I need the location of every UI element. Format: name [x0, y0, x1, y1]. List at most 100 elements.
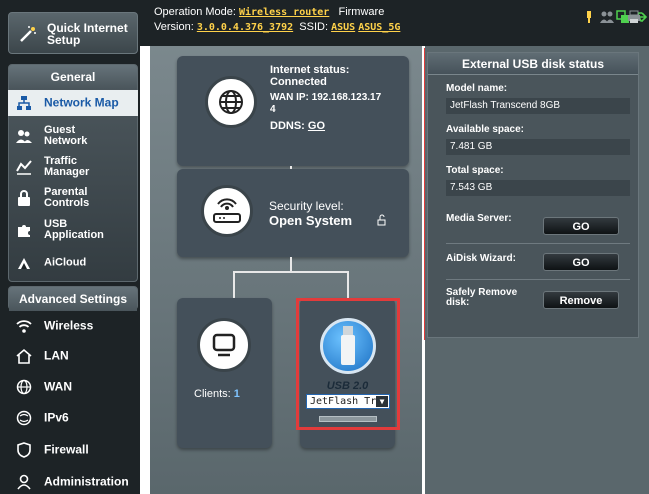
media-server-label: Media Server:: [446, 213, 512, 224]
router-icon: [213, 198, 241, 223]
model-name-label: Model name:: [446, 83, 508, 94]
advanced-settings-header: Advanced Settings: [9, 287, 137, 311]
sidebar-item-label: Administration: [44, 474, 129, 489]
key-status-icon[interactable]: [582, 10, 596, 24]
aicloud-icon: [18, 258, 30, 269]
monitor-icon: [212, 333, 236, 357]
internet-status-label: Internet status:: [270, 64, 350, 76]
connector-line: [233, 271, 349, 273]
internet-status-value: Connected: [270, 76, 327, 88]
sidebar: Quick Internet Setup General Network Map…: [0, 0, 140, 494]
connector-line: [347, 271, 349, 299]
sidebar-item-aicloud[interactable]: AiCloud: [8, 250, 138, 276]
right-panel: External USB disk status Model name: Jet…: [425, 46, 649, 494]
operation-mode-link[interactable]: Wireless router: [239, 7, 329, 18]
sidebar-item-guest-network[interactable]: Guest Network: [8, 122, 138, 150]
router-card[interactable]: Security level: Open System: [177, 169, 409, 257]
safely-remove-label-line2: disk:: [446, 297, 470, 308]
sidebar-item-parental-controls[interactable]: Parental Controls: [8, 184, 138, 212]
aidisk-wizard-go-button[interactable]: GO: [543, 253, 619, 271]
sidebar-item-administration[interactable]: Administration: [8, 469, 138, 494]
sidebar-item-label: Parental Controls: [44, 186, 90, 209]
security-level-label: Security level:: [269, 199, 344, 213]
advanced-settings-panel: Advanced Settings: [8, 286, 138, 311]
model-name-value: JetFlash Transcend 8GB: [446, 98, 630, 114]
top-status-bar: Operation Mode: Wireless router Firmware…: [140, 0, 649, 46]
admin-user-icon: [17, 474, 31, 490]
available-space-label: Available space:: [446, 124, 525, 135]
wan-ip-continued: 4: [270, 104, 276, 115]
operation-mode-line: Operation Mode: Wireless router Firmware: [154, 6, 384, 18]
general-header: General: [9, 65, 137, 89]
quick-internet-setup-button[interactable]: Quick Internet Setup: [8, 12, 138, 54]
people-status-icon[interactable]: [600, 10, 614, 24]
sidebar-item-label: Traffic Manager: [44, 155, 90, 178]
internet-globe-circle: [205, 76, 257, 128]
sidebar-item-wan[interactable]: WAN: [8, 374, 138, 400]
firmware-version-link[interactable]: 3.0.0.4.376_3792: [197, 22, 293, 33]
divider: [446, 279, 630, 280]
connector-line: [233, 271, 235, 299]
quick-internet-setup-label: Quick Internet Setup: [47, 21, 128, 47]
ddns-go-link[interactable]: GO: [308, 120, 325, 132]
lock-icon: [18, 190, 30, 206]
ddns-label: DDNS:: [270, 120, 305, 132]
wan-ip-text: WAN IP: 192.168.123.17: [270, 92, 382, 103]
clients-circle: [197, 318, 251, 372]
sidebar-item-label: IPv6: [44, 410, 69, 425]
shield-icon: [17, 442, 31, 458]
sidebar-item-label: Guest Network: [44, 124, 88, 147]
clients-line: Clients: 1: [194, 388, 240, 400]
ipv6-globe-icon: [16, 410, 32, 426]
version-label: Version:: [154, 21, 194, 33]
magic-wand-icon: [20, 26, 36, 42]
clients-label: Clients:: [194, 388, 231, 400]
guest-network-icon: [16, 130, 32, 143]
globe-icon: [16, 379, 32, 395]
clients-count[interactable]: 1: [234, 388, 240, 400]
remove-disk-button[interactable]: Remove: [543, 291, 619, 309]
firmware-label: Firmware: [338, 6, 385, 18]
sidebar-item-label: Wireless: [44, 318, 94, 333]
ssid-link-24g[interactable]: ASUS: [331, 22, 355, 33]
connector-line: [290, 257, 292, 271]
total-space-value: 7.543 GB: [446, 180, 630, 196]
unlocked-icon: [377, 214, 386, 226]
ssid-label: SSID:: [299, 21, 328, 33]
internet-status-text: Internet status: Connected WAN IP: 192.1…: [270, 64, 405, 132]
sidebar-item-traffic-manager[interactable]: Traffic Manager: [8, 153, 138, 181]
available-space-value: 7.481 GB: [446, 139, 630, 155]
sidebar-item-label: LAN: [44, 348, 69, 363]
wifi-icon: [16, 320, 32, 333]
internet-status-card[interactable]: Internet status: Connected WAN IP: 192.1…: [177, 56, 409, 166]
home-icon: [16, 348, 32, 364]
usb-panel-title: External USB disk status: [428, 53, 638, 75]
sidebar-item-firewall[interactable]: Firewall: [8, 437, 138, 463]
network-map-icon: [17, 96, 31, 110]
sidebar-item-label: WAN: [44, 379, 72, 394]
sidebar-item-label: Network Map: [44, 95, 119, 110]
ddns-line: DDNS: GO: [270, 120, 405, 132]
sidebar-item-ipv6[interactable]: IPv6: [8, 405, 138, 431]
sidebar-item-wireless[interactable]: Wireless: [8, 313, 138, 339]
globe-icon: [219, 90, 243, 114]
version-line: Version: 3.0.0.4.376_3792 SSID: ASUS ASU…: [154, 21, 400, 33]
total-space-label: Total space:: [446, 165, 504, 176]
sidebar-item-network-map[interactable]: Network Map: [8, 90, 138, 116]
router-circle: [201, 185, 253, 237]
media-server-go-button[interactable]: GO: [543, 217, 619, 235]
sidebar-item-usb-application[interactable]: USB Application: [8, 215, 138, 245]
security-level-value[interactable]: Open System: [269, 214, 352, 227]
printer-status-icon[interactable]: [627, 10, 641, 24]
operation-mode-label: Operation Mode:: [154, 6, 236, 18]
sidebar-item-lan[interactable]: LAN: [8, 343, 138, 369]
safely-remove-label: Safely Remove disk:: [446, 288, 517, 308]
traffic-manager-icon: [16, 160, 32, 175]
clients-card[interactable]: Clients: 1: [177, 298, 272, 448]
external-usb-status-panel: External USB disk status Model name: Jet…: [427, 52, 639, 338]
aidisk-wizard-label: AiDisk Wizard:: [446, 253, 516, 264]
ssid-link-5g[interactable]: ASUS_5G: [358, 22, 400, 33]
divider: [446, 243, 630, 244]
sidebar-item-label: USB Application: [44, 218, 104, 241]
usb-card-highlight: [296, 298, 400, 430]
